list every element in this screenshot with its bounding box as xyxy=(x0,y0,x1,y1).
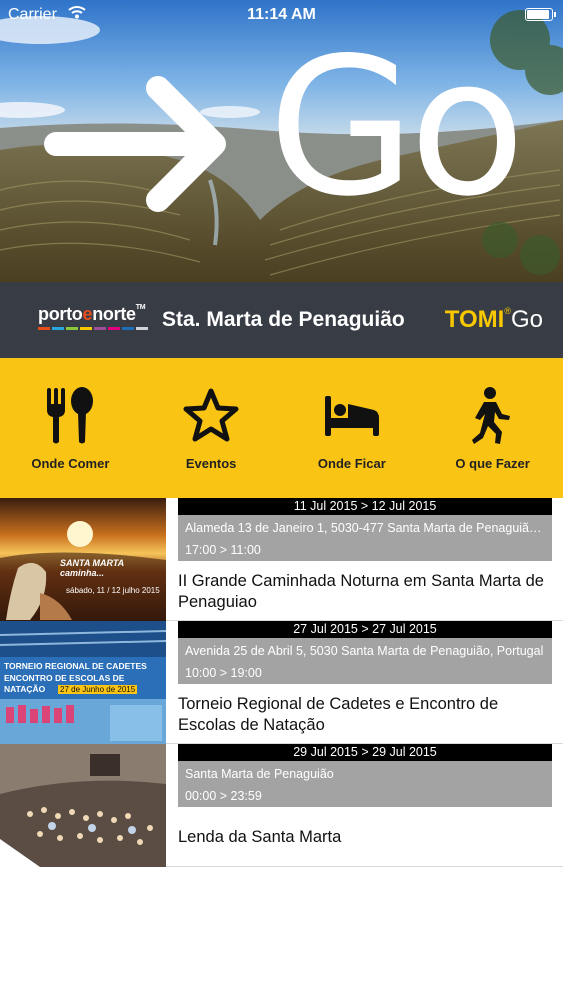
event-row[interactable]: SANTA MARTA caminha... sábado, 11 / 12 j… xyxy=(0,498,563,621)
bed-icon xyxy=(324,396,379,436)
category-o-que-fazer[interactable]: O que Fazer xyxy=(422,358,563,498)
event-info: Santa Marta de Penaguião 00:00 > 23:59 xyxy=(178,761,552,807)
event-hours: 17:00 > 11:00 xyxy=(185,543,261,557)
category-onde-comer[interactable]: Onde Comer xyxy=(0,358,141,498)
location-title: Sta. Marta de Penaguião xyxy=(162,308,405,331)
event-name: Lenda da Santa Marta xyxy=(178,828,342,846)
status-bar: Carrier 11:14 AM xyxy=(0,0,563,30)
category-onde-ficar[interactable]: Onde Ficar xyxy=(282,358,423,498)
partner-logo-accent: e xyxy=(82,304,93,324)
brand-bar: portoenorteTM Sta. Marta de Penaguião TO… xyxy=(0,282,563,358)
app-logo-mark: ® xyxy=(504,306,511,316)
fork-spoon-icon xyxy=(47,387,94,444)
category-label: Onde Comer xyxy=(31,456,110,471)
category-label: Onde Ficar xyxy=(317,456,386,471)
event-address: Avenida 25 de Abril 5, 5030 Santa Marta … xyxy=(185,644,544,658)
event-info: Avenida 25 de Abril 5, 5030 Santa Marta … xyxy=(178,638,552,684)
event-info: Alameda 13 de Janeiro 1, 5030-477 Santa … xyxy=(178,515,552,561)
event-hours: 10:00 > 19:00 xyxy=(185,666,262,680)
poster-text: 27 de Junho de 2015 xyxy=(58,685,138,694)
running-person-icon xyxy=(471,387,510,444)
event-list: SANTA MARTA caminha... sábado, 11 / 12 j… xyxy=(0,498,563,867)
event-thumbnail: TORNEIO REGIONAL DE CADETES ENCONTRO DE … xyxy=(0,621,166,744)
event-name: Torneio Regional de Cadetes e Encontro d… xyxy=(178,695,499,734)
hero-headline: Go xyxy=(268,17,525,238)
hero-banner: Go Carrier 11:14 AM xyxy=(0,0,563,282)
app-logo: TOMI®Go xyxy=(445,306,543,334)
category-bar: Onde Comer Eventos Onde Ficar O que Faze… xyxy=(0,358,563,498)
event-dates: 29 Jul 2015 > 29 Jul 2015 xyxy=(178,744,552,761)
partner-logo-suffix: norte xyxy=(92,304,136,324)
partner-logo-mark: TM xyxy=(135,304,146,311)
app-logo-tomi: TOMI xyxy=(444,306,505,333)
event-row[interactable]: TORNEIO REGIONAL DE CADETES ENCONTRO DE … xyxy=(0,621,563,744)
partner-logo-stripe xyxy=(38,327,148,330)
event-hours: 00:00 > 23:59 xyxy=(185,789,262,803)
app-logo-go: Go xyxy=(510,306,543,333)
event-thumbnail: SANTA MARTA caminha... sábado, 11 / 12 j… xyxy=(0,498,166,621)
partner-logo-prefix: porto xyxy=(38,304,83,324)
event-row[interactable]: 29 Jul 2015 > 29 Jul 2015 Santa Marta de… xyxy=(0,744,563,867)
event-address: Santa Marta de Penaguião xyxy=(185,767,334,781)
poster-text: TORNEIO REGIONAL DE CADETES xyxy=(4,661,147,671)
status-time: 11:14 AM xyxy=(247,6,316,23)
star-icon xyxy=(183,388,239,442)
battery-icon xyxy=(525,8,556,21)
event-dates: 11 Jul 2015 > 12 Jul 2015 xyxy=(178,498,552,515)
event-thumbnail xyxy=(0,744,166,867)
poster-text: SANTA MARTA caminha... xyxy=(60,558,124,578)
category-label: Eventos xyxy=(185,456,237,471)
event-address: Alameda 13 de Janeiro 1, 5030-477 Santa … xyxy=(185,521,547,535)
category-eventos[interactable]: Eventos xyxy=(141,358,282,498)
event-name: II Grande Caminhada Noturna em Santa Mar… xyxy=(178,572,544,611)
poster-text: sábado, 11 / 12 julho 2015 xyxy=(66,586,160,595)
category-label: O que Fazer xyxy=(455,456,530,471)
event-dates: 27 Jul 2015 > 27 Jul 2015 xyxy=(178,621,552,638)
partner-logo: portoenorteTM xyxy=(38,304,146,325)
